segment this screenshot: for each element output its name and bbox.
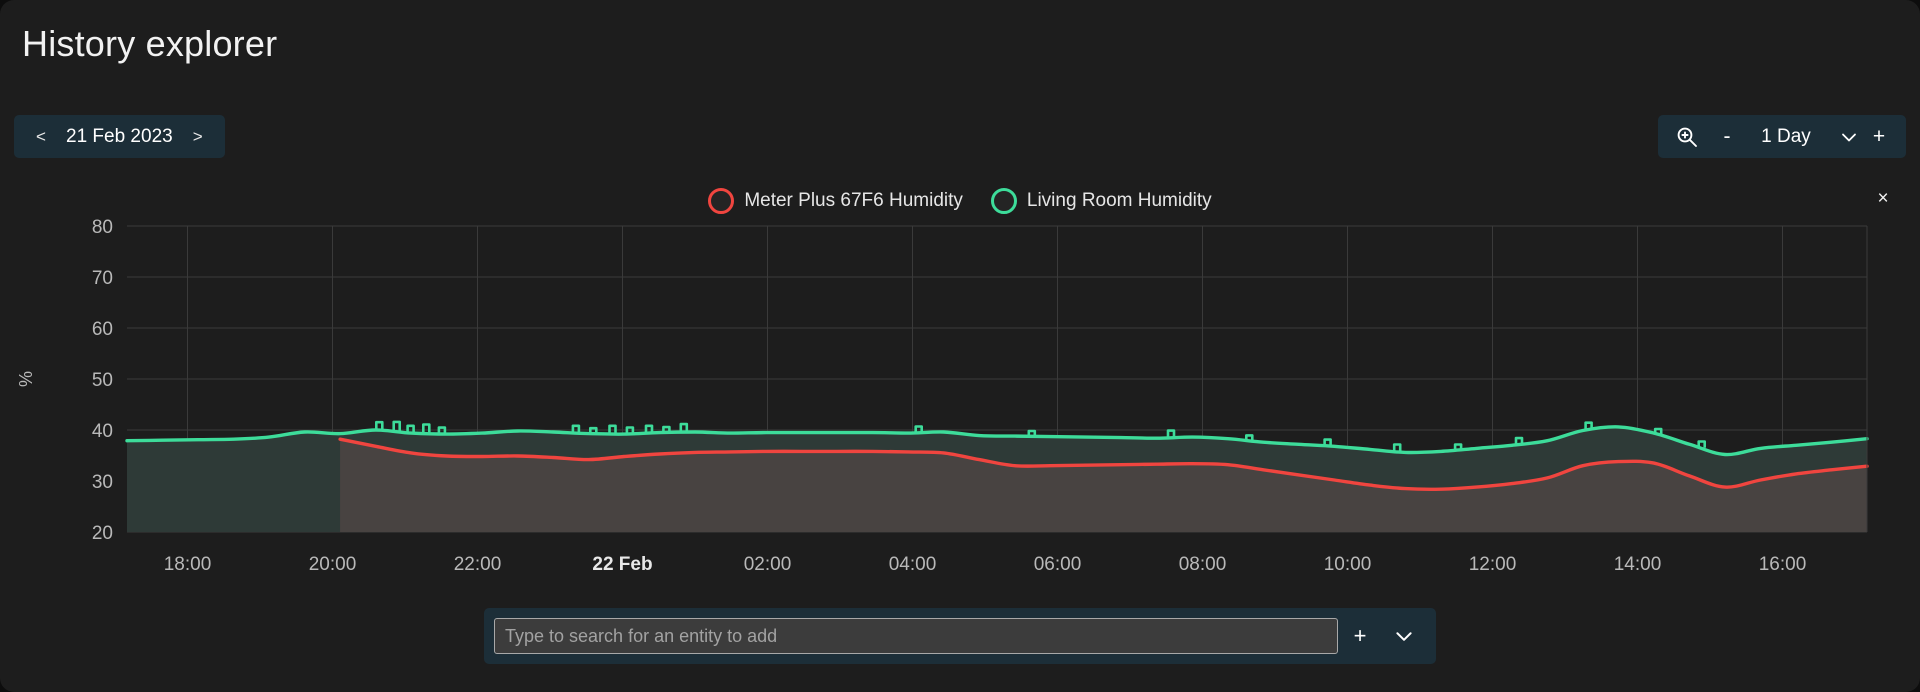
- svg-text:12:00: 12:00: [1469, 554, 1517, 575]
- zoom-in-icon: [1672, 122, 1702, 152]
- history-chart[interactable]: 20 30 40 50 60 70 80% 18:00 20:00 22:00 22 Feb 02:0…: [0, 206, 1920, 576]
- svg-text:14:00: 14:00: [1614, 554, 1662, 575]
- chevron-down-icon[interactable]: [1832, 121, 1866, 153]
- svg-text:30: 30: [92, 472, 113, 493]
- zoom-decrease-button[interactable]: -: [1714, 121, 1740, 153]
- svg-text:04:00: 04:00: [889, 554, 937, 575]
- svg-text:60: 60: [92, 319, 113, 340]
- add-entity-button[interactable]: +: [1338, 616, 1382, 656]
- previous-day-button[interactable]: <: [22, 118, 60, 156]
- entity-search-input[interactable]: [494, 618, 1338, 654]
- date-picker-label[interactable]: 21 Feb 2023: [60, 126, 179, 148]
- svg-text:40: 40: [92, 421, 113, 442]
- svg-text:80: 80: [92, 217, 113, 238]
- svg-text:10:00: 10:00: [1324, 554, 1372, 575]
- entity-dropdown-chevron-icon[interactable]: [1382, 616, 1426, 656]
- svg-text:16:00: 16:00: [1759, 554, 1807, 575]
- svg-text:06:00: 06:00: [1034, 554, 1082, 575]
- svg-text:02:00: 02:00: [744, 554, 792, 575]
- svg-text:22 Feb: 22 Feb: [592, 554, 652, 575]
- page-title: History explorer: [22, 23, 278, 64]
- svg-text:22:00: 22:00: [454, 554, 502, 575]
- date-picker[interactable]: < 21 Feb 2023 >: [14, 115, 225, 158]
- zoom-controls[interactable]: - 1 Day +: [1658, 115, 1906, 158]
- entity-search-bar[interactable]: +: [484, 608, 1436, 664]
- history-explorer-page: History explorer < 21 Feb 2023 > - 1 Day…: [0, 0, 1920, 692]
- svg-text:%: %: [16, 371, 36, 387]
- zoom-range-value: 1 Day: [1761, 125, 1811, 147]
- svg-text:50: 50: [92, 370, 113, 391]
- next-day-button[interactable]: >: [179, 118, 217, 156]
- svg-text:18:00: 18:00: [164, 554, 212, 575]
- svg-text:08:00: 08:00: [1179, 554, 1227, 575]
- zoom-increase-button[interactable]: +: [1866, 121, 1892, 153]
- svg-text:70: 70: [92, 268, 113, 289]
- chart-canvas[interactable]: 20 30 40 50 60 70 80% 18:00 20:00 22:00 22 Feb 02:0…: [0, 206, 1920, 576]
- svg-text:20: 20: [92, 523, 113, 544]
- svg-text:20:00: 20:00: [309, 554, 357, 575]
